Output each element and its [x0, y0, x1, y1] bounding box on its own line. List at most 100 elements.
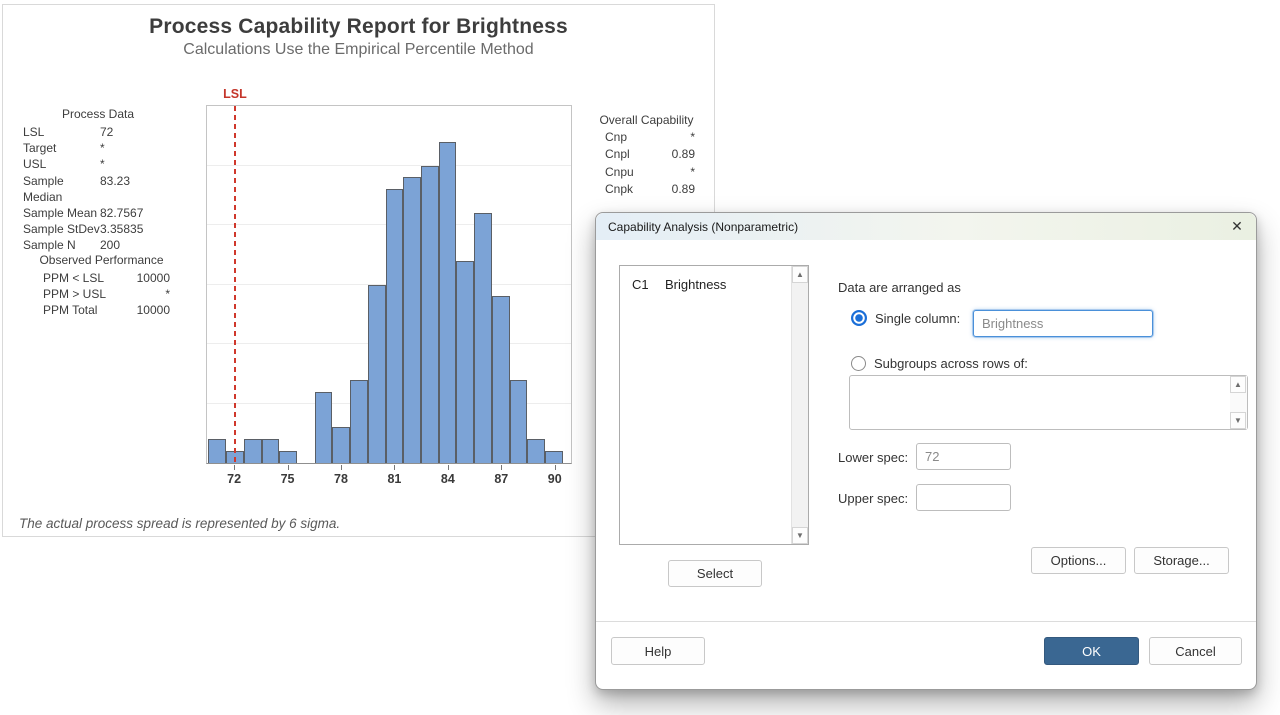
capability-analysis-dialog: Capability Analysis (Nonparametric) ✕ C1…: [595, 212, 1257, 690]
stat-row: LSL72: [23, 124, 173, 140]
stat-value: 10000: [137, 270, 170, 286]
column-list: C1 Brightness: [620, 266, 808, 292]
report-title: Process Capability Report for Brightness: [3, 15, 714, 39]
observed-performance-panel: Observed Performance PPM < LSL10000PPM >…: [33, 253, 170, 319]
page: Process Capability Report for Brightness…: [0, 0, 1280, 715]
x-tick-label: 84: [431, 472, 465, 486]
stat-row: Cnpk 0.89: [598, 181, 695, 198]
column-id: C1: [632, 277, 652, 292]
observed-performance-rows: PPM < LSL 10000 PPM > USL * PPM Total 10000: [33, 270, 170, 319]
histogram-bar: [315, 392, 333, 463]
column-name: Brightness: [665, 277, 726, 292]
scroll-down-icon[interactable]: ▼: [1230, 412, 1246, 429]
footer-divider: [596, 621, 1256, 622]
stat-value: 10000: [137, 302, 170, 318]
stat-label: Cnpk: [605, 181, 633, 198]
x-tick: [341, 465, 342, 470]
stat-value: *: [165, 286, 170, 302]
overall-capability-header: Overall Capability: [598, 113, 695, 127]
stat-value: 200: [100, 237, 173, 253]
dialog-title: Capability Analysis (Nonparametric): [608, 220, 798, 234]
histogram-bar: [386, 189, 404, 463]
stat-row: PPM > USL *: [33, 286, 170, 302]
histogram-bar: [350, 380, 368, 463]
column-listbox[interactable]: C1 Brightness ▲ ▼: [619, 265, 809, 545]
storage-button[interactable]: Storage...: [1134, 547, 1229, 574]
scroll-up-icon[interactable]: ▲: [1230, 376, 1246, 393]
help-button[interactable]: Help: [611, 637, 705, 665]
stat-label: Cnpl: [605, 146, 630, 163]
subgroups-label: Subgroups across rows of:: [874, 356, 1028, 371]
report-subtitle: Calculations Use the Empirical Percentil…: [3, 41, 714, 59]
x-tick: [555, 465, 556, 470]
overall-capability-panel: Overall Capability Cnp*Cnpl0.89Cnpu*Cnpk…: [598, 113, 695, 198]
radio-unselected-icon: [851, 356, 866, 371]
x-tick-label: 75: [271, 472, 305, 486]
histogram-bar: [279, 451, 297, 463]
column-list-item[interactable]: C1 Brightness: [620, 266, 808, 292]
stat-label: PPM > USL: [43, 286, 106, 302]
dialog-titlebar[interactable]: Capability Analysis (Nonparametric) ✕: [596, 213, 1256, 240]
close-icon[interactable]: ✕: [1222, 215, 1252, 238]
stat-value: 0.89: [672, 146, 695, 163]
single-column-label: Single column:: [875, 311, 960, 326]
subgroups-input[interactable]: ▲ ▼: [849, 375, 1248, 430]
select-button[interactable]: Select: [668, 560, 762, 587]
process-data-panel: Process Data LSL72Target*USL*Sample Medi…: [23, 107, 173, 254]
single-column-radio[interactable]: Single column:: [851, 310, 960, 326]
x-axis: 72757881848790: [206, 464, 572, 494]
histogram-plot-area: [206, 105, 572, 464]
upper-spec-input[interactable]: [916, 484, 1011, 511]
lsl-line: [234, 106, 236, 463]
histogram-bar: [510, 380, 528, 463]
stat-label: PPM < LSL: [43, 270, 104, 286]
single-column-input[interactable]: [973, 310, 1153, 337]
stat-value: *: [690, 129, 695, 146]
histogram-bar: [244, 439, 262, 463]
histogram-bar: [332, 427, 350, 463]
stat-value: *: [100, 156, 173, 172]
subgroups-radio[interactable]: Subgroups across rows of:: [851, 356, 1028, 371]
stat-row: USL*: [23, 156, 173, 172]
histogram-bar: [527, 439, 545, 463]
scroll-up-icon[interactable]: ▲: [792, 266, 808, 283]
options-button[interactable]: Options...: [1031, 547, 1126, 574]
stat-row: Cnp *: [598, 129, 695, 146]
lower-spec-label: Lower spec:: [838, 450, 908, 465]
process-data-rows: LSL72Target*USL*Sample Median83.23Sample…: [23, 124, 173, 254]
overall-capability-rows: Cnp*Cnpl0.89Cnpu*Cnpk0.89: [598, 129, 695, 198]
stat-label: PPM Total: [43, 302, 97, 318]
stat-value: 0.89: [672, 181, 695, 198]
x-tick-label: 90: [538, 472, 572, 486]
histogram-bar: [208, 439, 226, 463]
data-arranged-label: Data are arranged as: [838, 280, 961, 295]
x-tick: [288, 465, 289, 470]
histogram-bar: [474, 213, 492, 463]
stat-row: Sample N200: [23, 237, 173, 253]
subgroups-scrollbar[interactable]: ▲ ▼: [1230, 376, 1247, 429]
stat-label: Cnp: [605, 129, 627, 146]
stat-value: *: [100, 140, 173, 156]
cancel-button[interactable]: Cancel: [1149, 637, 1242, 665]
ok-button[interactable]: OK: [1044, 637, 1139, 665]
upper-spec-label: Upper spec:: [838, 491, 908, 506]
radio-selected-icon: [851, 310, 867, 326]
lower-spec-input[interactable]: [916, 443, 1011, 470]
x-tick-label: 81: [377, 472, 411, 486]
scroll-down-icon[interactable]: ▼: [792, 527, 808, 544]
stat-value: 82.7567: [100, 205, 173, 221]
listbox-scrollbar[interactable]: ▲ ▼: [791, 266, 808, 544]
stat-row: Sample Median83.23: [23, 173, 173, 205]
histogram-bar: [545, 451, 563, 463]
x-tick: [501, 465, 502, 470]
stat-row: Target*: [23, 140, 173, 156]
stat-row: PPM Total 10000: [33, 302, 170, 318]
gridline: [207, 165, 571, 166]
stat-row: Sample Mean82.7567: [23, 205, 173, 221]
histogram-bar: [262, 439, 280, 463]
histogram-bar: [368, 285, 386, 464]
stat-value: *: [690, 164, 695, 181]
stat-label: Sample StDev: [23, 221, 100, 237]
histogram-bar: [421, 166, 439, 464]
stat-row: PPM < LSL 10000: [33, 270, 170, 286]
